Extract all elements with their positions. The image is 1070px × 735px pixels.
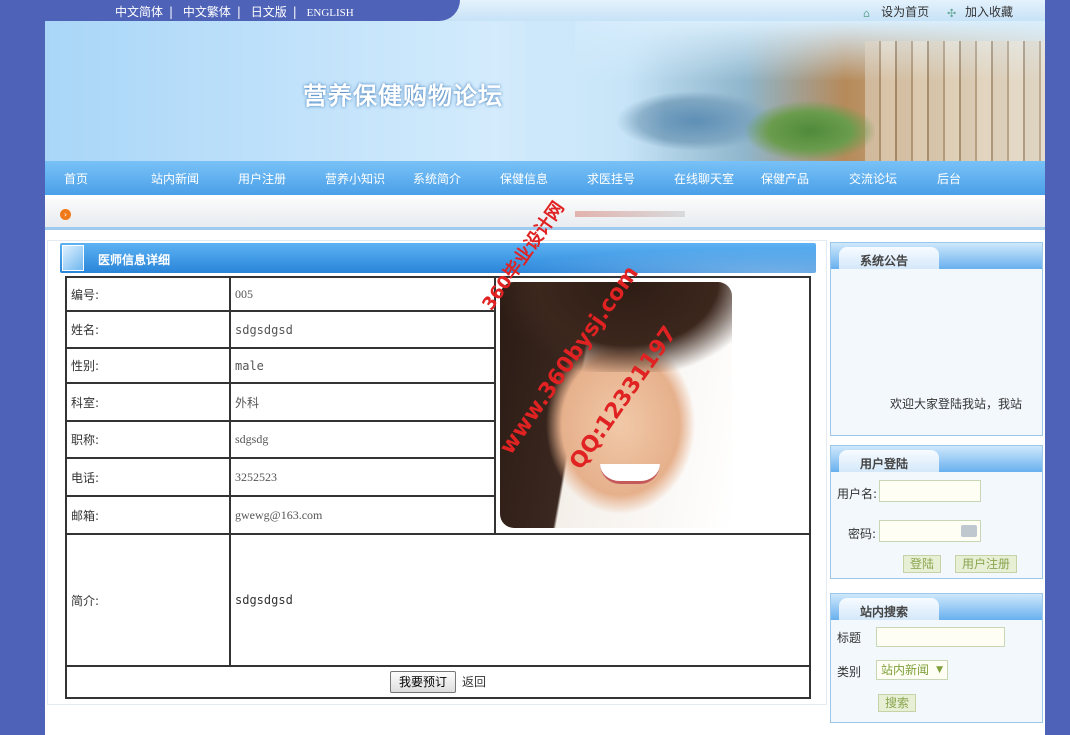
field-label-gender: 性别: xyxy=(65,347,231,384)
panel-title: 医师信息详细 xyxy=(98,253,171,267)
nav-home[interactable]: 首页 xyxy=(64,170,88,187)
nav-register[interactable]: 用户注册 xyxy=(238,170,286,187)
nav-health-info[interactable]: 保健信息 xyxy=(500,170,548,187)
announcement-box: 系统公告 欢迎大家登陆我站，我站 xyxy=(830,242,1043,436)
lang-english-link[interactable]: ENGLISH xyxy=(307,7,354,19)
field-value-department: 外科 xyxy=(229,382,496,422)
keyboard-icon[interactable] xyxy=(961,525,977,537)
doctor-info-table: 编号: 005 姓名: sdgsdgsd 性别: male 科室: 外科 职称:… xyxy=(65,276,811,699)
add-favorite-link[interactable]: 加入收藏 xyxy=(965,5,1013,19)
username-label: 用户名: xyxy=(837,487,878,501)
site-search-box: 站内搜索 标题 类别 站内新闻 ▼ 搜索 xyxy=(830,593,1043,723)
search-title-input[interactable] xyxy=(876,627,1005,647)
banner: 营养保健购物论坛 xyxy=(45,21,1045,161)
doctor-photo xyxy=(500,282,732,528)
page: ⌂ 设为首页 ✣ 加入收藏 中文简体 | 中文繁体 | 日文版 | ENGLISH 营养保… xyxy=(0,0,1045,735)
nav-system-intro[interactable]: 系统简介 xyxy=(413,170,461,187)
main-nav: 首页 站内新闻 用户注册 营养小知识 系统简介 保健信息 求医挂号 在线聊天室 … xyxy=(45,161,1045,195)
favorite-icon: ✣ xyxy=(946,7,957,20)
field-value-name: sdgsdgsd xyxy=(229,310,496,349)
marquee-text[interactable] xyxy=(575,211,685,217)
field-label-phone: 电话: xyxy=(65,457,231,497)
order-button[interactable]: 我要预订 xyxy=(389,671,456,693)
site-title: 营养保健购物论坛 xyxy=(303,81,503,110)
back-link[interactable]: 返回 xyxy=(462,675,486,689)
monitor-icon xyxy=(62,245,84,271)
field-value-title: sdgsdg xyxy=(229,420,496,459)
field-value-id: 005 xyxy=(229,276,496,312)
nav-appointment[interactable]: 求医挂号 xyxy=(587,170,635,187)
panel-header: 医师信息详细 xyxy=(60,243,816,273)
username-input[interactable] xyxy=(879,480,981,502)
search-button[interactable]: 搜索 xyxy=(878,694,917,712)
field-label-department: 科室: xyxy=(65,382,231,422)
set-homepage-link[interactable]: 设为首页 xyxy=(881,5,929,19)
field-value-gender: male xyxy=(229,347,496,384)
register-button[interactable]: 用户注册 xyxy=(955,555,1018,573)
lang-traditional-link[interactable]: 中文繁体 xyxy=(183,5,231,19)
field-value-intro: sdgsdgsd xyxy=(229,533,811,667)
field-label-id: 编号: xyxy=(65,276,231,312)
announcement-text: 欢迎大家登陆我站，我站 xyxy=(889,397,1022,411)
field-label-name: 姓名: xyxy=(65,310,231,349)
nav-chatroom[interactable]: 在线聊天室 xyxy=(674,170,734,187)
photo-cell xyxy=(494,276,811,535)
news-marquee: › xyxy=(45,199,1045,230)
password-input[interactable] xyxy=(879,520,981,542)
field-label-email: 邮箱: xyxy=(65,495,231,535)
field-value-phone: 3252523 xyxy=(229,457,496,497)
search-category-label: 类别 xyxy=(837,665,862,679)
login-box: 用户登陆 用户名: 密码: 登陆 用户注册 xyxy=(830,445,1043,579)
login-button[interactable]: 登陆 xyxy=(903,555,942,573)
lang-japanese-link[interactable]: 日文版 xyxy=(251,5,287,19)
language-bar: 中文简体 | 中文繁体 | 日文版 | ENGLISH xyxy=(0,0,460,21)
search-title-label: 标题 xyxy=(837,631,862,645)
home-icon: ⌂ xyxy=(863,7,871,20)
nav-nutrition-tips[interactable]: 营养小知识 xyxy=(325,170,385,187)
action-row: 我要预订 返回 xyxy=(65,665,811,699)
nav-products[interactable]: 保健产品 xyxy=(761,170,809,187)
field-label-intro: 简介: xyxy=(65,533,231,667)
lang-simplified-link[interactable]: 中文简体 xyxy=(115,5,163,19)
bullet-icon: › xyxy=(60,209,71,220)
nav-forum[interactable]: 交流论坛 xyxy=(849,170,897,187)
top-links: ⌂ 设为首页 ✣ 加入收藏 xyxy=(863,3,1013,20)
field-label-title: 职称: xyxy=(65,420,231,459)
nav-admin[interactable]: 后台 xyxy=(937,170,961,187)
password-label: 密码: xyxy=(848,527,877,541)
nav-news[interactable]: 站内新闻 xyxy=(151,170,199,187)
login-title: 用户登陆 xyxy=(860,457,909,471)
announcement-title: 系统公告 xyxy=(860,254,909,268)
chevron-down-icon: ▼ xyxy=(936,665,943,675)
search-title: 站内搜索 xyxy=(860,605,909,619)
field-value-email: gwewg@163.com xyxy=(229,495,496,535)
doctor-detail-panel: 医师信息详细 编号: 005 姓名: sdgsdgsd 性别: male 科室:… xyxy=(47,240,827,705)
search-category-select[interactable]: 站内新闻 ▼ xyxy=(876,660,948,680)
